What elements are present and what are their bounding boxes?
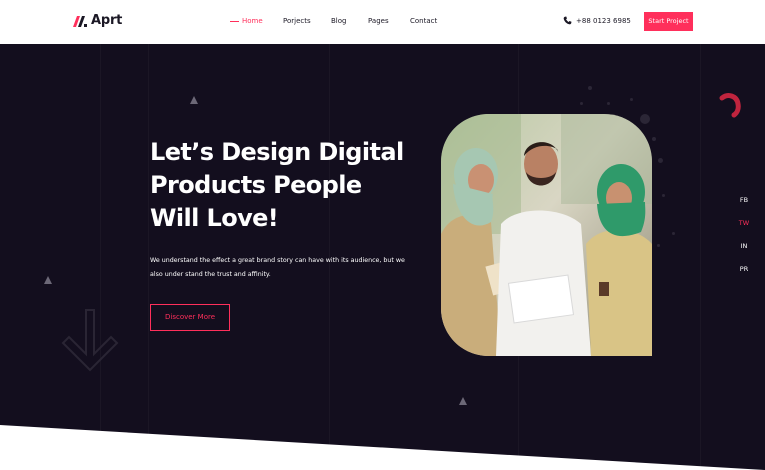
nav-item-pages[interactable]: Pages	[368, 17, 389, 25]
page: Aprt Home Porjects Blog Pages Contact +8…	[0, 0, 765, 470]
hero-title-line: Products People	[150, 171, 362, 199]
social-link-pr[interactable]: PR	[735, 265, 753, 273]
site-header: Aprt Home Porjects Blog Pages Contact +8…	[0, 0, 765, 44]
nav-item-blog[interactable]: Blog	[331, 17, 346, 25]
start-project-button[interactable]: Start Project	[644, 12, 693, 31]
social-link-in[interactable]: IN	[735, 242, 753, 250]
triangle-icon	[44, 276, 52, 284]
decorative-dot	[588, 86, 592, 90]
hero-description: We understand the effect a great brand s…	[150, 257, 405, 278]
nav-item-contact[interactable]: Contact	[410, 17, 437, 25]
active-indicator	[230, 20, 239, 22]
social-link-tw[interactable]: TW	[735, 219, 753, 227]
nav-item-label: Home	[242, 17, 263, 25]
phone-number: +88 0123 6985	[576, 16, 631, 25]
phone-contact[interactable]: +88 0123 6985	[563, 16, 631, 25]
decorative-dot	[672, 232, 675, 235]
social-link-fb[interactable]: FB	[735, 196, 753, 204]
hero-title-line: Let’s Design Digital	[150, 138, 404, 166]
nav-item-projects[interactable]: Porjects	[283, 17, 311, 25]
discover-more-button[interactable]: Discover More	[150, 304, 230, 331]
hero-title-line: Will Love!	[150, 204, 279, 232]
decorative-dot	[630, 98, 633, 101]
decorative-dot	[580, 102, 583, 105]
decorative-dot	[658, 158, 663, 163]
arrow-down-icon	[61, 309, 119, 372]
triangle-icon	[459, 397, 467, 405]
nav-item-home[interactable]: Home	[230, 17, 263, 25]
triangle-icon	[190, 96, 198, 104]
phone-icon	[563, 16, 572, 25]
team-photo	[441, 114, 652, 356]
decorative-dot	[657, 244, 660, 247]
decorative-dot	[652, 137, 656, 141]
hero-section: Let’s Design Digital Products People Wil…	[0, 44, 765, 470]
decorative-dot	[607, 102, 610, 105]
ring-arc-icon	[719, 93, 741, 118]
decorative-dot	[662, 194, 665, 197]
hero-title: Let’s Design Digital Products People Wil…	[150, 140, 430, 231]
